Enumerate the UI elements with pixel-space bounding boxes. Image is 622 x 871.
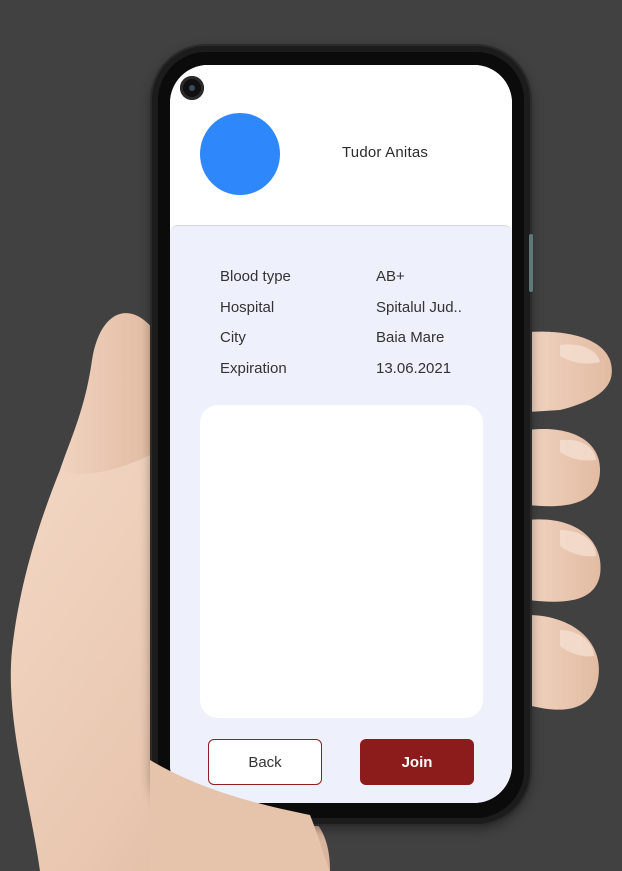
donor-card-panel: Blood type AB+ Hospital Spitalul Jud.. C… — [170, 225, 512, 803]
donor-info-table: Blood type AB+ Hospital Spitalul Jud.. C… — [220, 268, 490, 390]
profile-header: Tudor Anitas — [170, 65, 512, 225]
user-name: Tudor Anitas — [342, 144, 429, 161]
info-row-expiration: Expiration 13.06.2021 — [220, 360, 490, 391]
info-value: AB+ — [376, 268, 405, 285]
avatar — [200, 113, 280, 195]
info-label: Expiration — [220, 359, 287, 377]
info-row-city: City Baia Mare — [220, 329, 490, 360]
front-camera-icon — [180, 76, 204, 100]
qr-code-area — [200, 405, 483, 718]
info-label: Hospital — [220, 298, 275, 316]
join-button[interactable]: Join — [360, 739, 474, 785]
scene: Tudor Anitas Blood type AB+ Hospital Spi… — [0, 0, 622, 871]
info-row-blood-type: Blood type AB+ — [220, 268, 490, 299]
info-value: Baia Mare — [376, 329, 445, 346]
back-button[interactable]: Back — [208, 739, 322, 785]
power-button — [529, 234, 533, 292]
phone-frame: Tudor Anitas Blood type AB+ Hospital Spi… — [152, 46, 533, 824]
info-row-hospital: Hospital Spitalul Jud.. — [220, 299, 490, 330]
info-label: City — [220, 329, 246, 346]
info-value: 13.06.2021 — [376, 359, 452, 377]
info-label: Blood type — [220, 268, 291, 285]
phone-screen: Tudor Anitas Blood type AB+ Hospital Spi… — [170, 65, 512, 803]
info-value: Spitalul Jud.. — [376, 298, 462, 316]
